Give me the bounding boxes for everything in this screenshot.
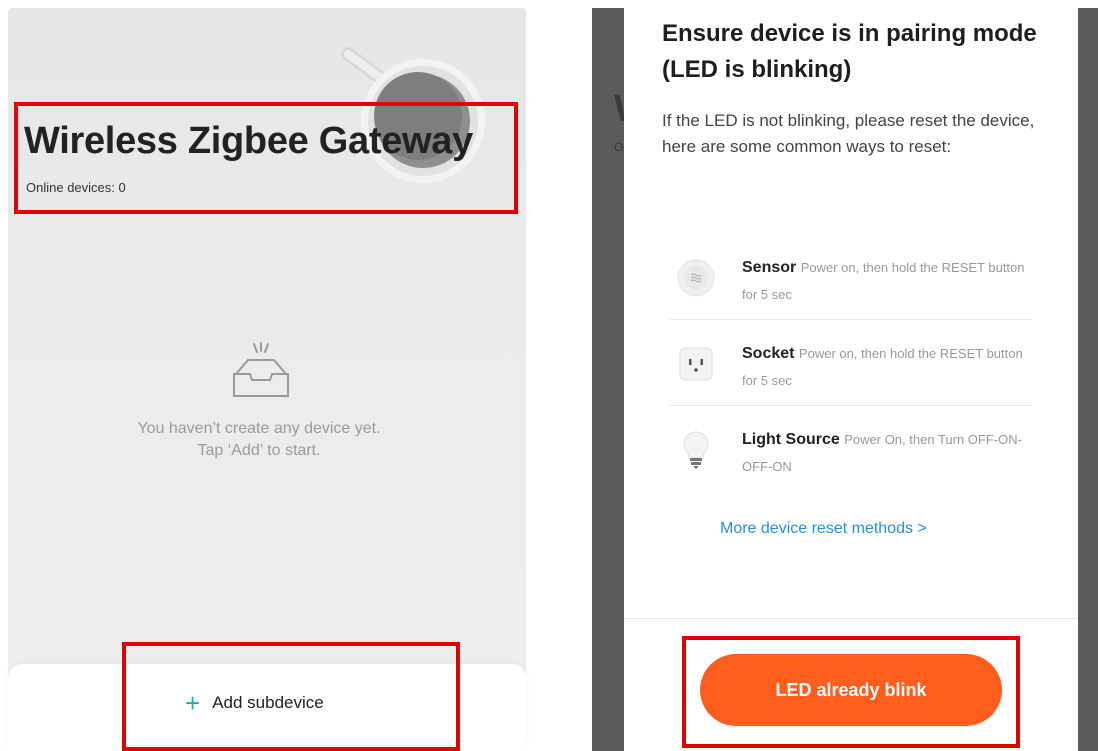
gateway-screen: Wireless Zigbee Gateway Online devices: …	[8, 8, 526, 751]
light-bulb-icon	[683, 431, 709, 469]
device-name-light-source: Light Source	[742, 431, 840, 448]
socket-icon	[679, 347, 713, 381]
pairing-description: If the LED is not blinking, please reset…	[662, 111, 1035, 156]
device-row-light-source: Light Source Power On, then Turn OFF-ON-…	[670, 406, 1032, 492]
device-name-socket: Socket	[742, 345, 795, 362]
add-subdevice-label: Add subdevice	[212, 693, 324, 712]
footer-divider	[624, 618, 1078, 619]
empty-inbox-icon	[233, 342, 289, 397]
empty-state-line-2: Tap ‘Add’ to start.	[197, 442, 321, 459]
device-row-sensor: Sensor Power on, then hold the RESET but…	[670, 234, 1032, 320]
background-peek-subtext: O	[614, 140, 624, 154]
sensor-icon	[677, 259, 715, 297]
online-devices-count: Online devices: 0	[26, 180, 126, 195]
empty-state-line-1: You haven’t create any device yet.	[137, 420, 381, 437]
device-name-sensor: Sensor	[742, 259, 797, 276]
add-subdevice-button[interactable]: + Add subdevice	[185, 690, 324, 716]
plus-icon: +	[185, 688, 201, 718]
device-row-socket: Socket Power on, then hold the RESET but…	[670, 320, 1032, 406]
led-already-blink-button[interactable]: LED already blink	[700, 654, 1002, 726]
empty-state-message: You haven’t create any device yet. Tap ‘…	[8, 418, 518, 462]
gateway-title: Wireless Zigbee Gateway	[24, 120, 473, 162]
more-reset-methods-link[interactable]: More device reset methods >	[720, 520, 927, 538]
pairing-title: Ensure device is in pairing mode (LED is…	[662, 20, 1037, 83]
